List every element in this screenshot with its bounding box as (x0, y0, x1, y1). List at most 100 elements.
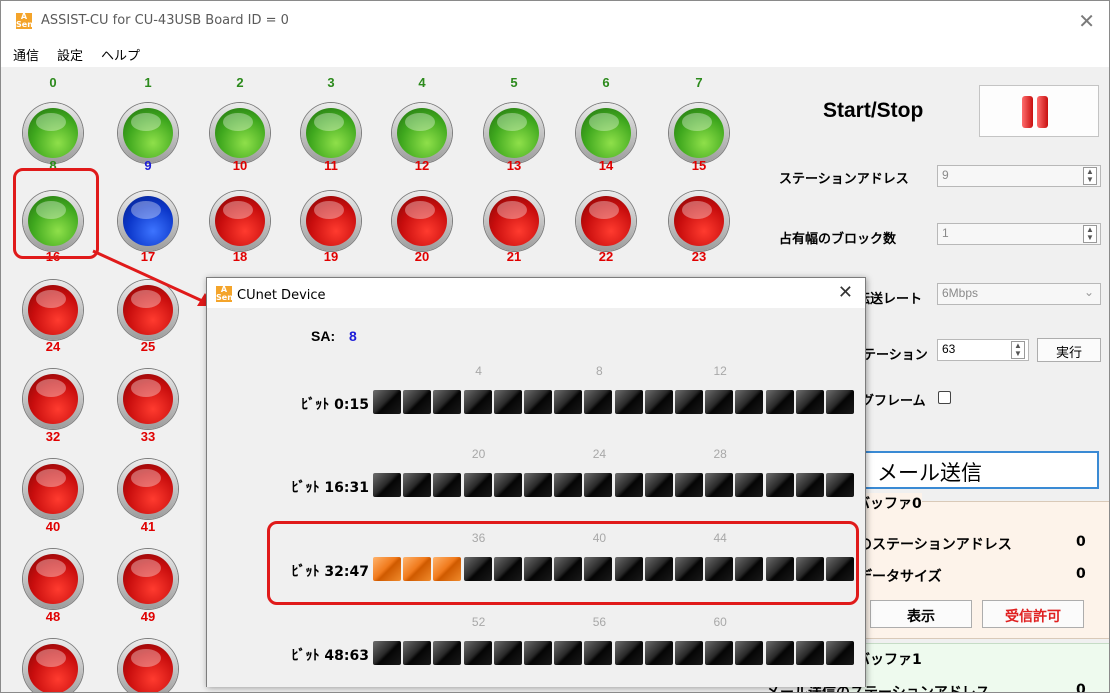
station-led-25[interactable] (118, 369, 178, 429)
led-label-19: 19 (323, 249, 339, 264)
bit-indicator (584, 473, 613, 497)
station-led-13[interactable] (484, 191, 544, 251)
dialog-title: CUnet Device (237, 288, 326, 303)
station-led-11[interactable] (301, 191, 361, 251)
bit-indicator (584, 557, 613, 581)
led-lamp (28, 285, 78, 335)
accept-receive-button[interactable]: 受信許可 (982, 600, 1084, 628)
bit-indicator (705, 557, 734, 581)
station-led-48[interactable] (23, 639, 83, 692)
bit-indicator (554, 390, 583, 414)
transfer-rate-value: 6Mbps (942, 286, 979, 300)
led-lamp (674, 108, 724, 158)
bit-indicator (614, 641, 643, 665)
station-led-1[interactable] (118, 103, 178, 163)
station-led-49[interactable] (118, 639, 178, 692)
led-lamp (397, 108, 447, 158)
bit-indicator (675, 473, 703, 497)
station-led-17[interactable] (118, 280, 178, 340)
block-count-spinner[interactable]: ▲ ▼ (1083, 225, 1097, 243)
station-led-32[interactable] (23, 459, 83, 519)
frame-option-checkbox[interactable] (938, 391, 951, 404)
dialog-close-icon[interactable]: ✕ (838, 282, 853, 303)
led-label-14: 14 (598, 158, 614, 173)
bit-indicator (403, 473, 432, 497)
menu-bar: 通信 設定 ヘルプ (1, 41, 1109, 67)
bit-indicator (584, 641, 613, 665)
bit-indicator (705, 390, 734, 414)
station-address-label: ステーションアドレス (779, 172, 909, 187)
station-led-24[interactable] (23, 369, 83, 429)
menu-item-settings[interactable]: 設定 (57, 45, 83, 64)
close-icon[interactable]: ✕ (1078, 9, 1095, 33)
bit-indicator (765, 557, 794, 581)
bit-tick-label: 12 (713, 364, 727, 378)
final-station-field[interactable]: 63 ▲ ▼ (937, 339, 1029, 361)
station-led-3[interactable] (301, 103, 361, 163)
station-address-field[interactable]: 9 ▲ ▼ (937, 165, 1101, 187)
dialog-app-icon: A Sen (216, 286, 232, 302)
led-lamp (123, 285, 173, 335)
station-address-spinner[interactable]: ▲ ▼ (1083, 167, 1097, 185)
station-led-10[interactable] (210, 191, 270, 251)
led-label-11: 11 (324, 158, 338, 173)
led-label-10: 10 (232, 158, 248, 173)
led-lamp (123, 554, 173, 604)
block-count-value: 1 (942, 226, 949, 240)
station-led-14[interactable] (576, 191, 636, 251)
station-led-15[interactable] (669, 191, 729, 251)
bit-indicator (795, 641, 824, 665)
buffer-1-station-value: 0 (1076, 682, 1086, 693)
bit-indicator (373, 557, 401, 581)
buffer-0-size-value: 0 (1076, 566, 1086, 582)
menu-item-help[interactable]: ヘルプ (101, 45, 140, 64)
led-lamp (215, 108, 265, 158)
bit-indicator (433, 473, 462, 497)
bit-indicator (403, 390, 432, 414)
station-led-16[interactable] (23, 280, 83, 340)
led-label-2: 2 (236, 75, 244, 90)
bit-indicator (614, 390, 643, 414)
mail-buffer-0: バッファ0 のステーションアドレス 0 データサイズ 0 表示 受信許可 (847, 493, 1109, 639)
station-led-2[interactable] (210, 103, 270, 163)
station-led-12[interactable] (392, 191, 452, 251)
bit-indicator (735, 557, 764, 581)
bit-indicator (735, 390, 764, 414)
led-8-highlight (13, 168, 99, 259)
station-led-7[interactable] (669, 103, 729, 163)
block-count-field[interactable]: 1 ▲ ▼ (937, 223, 1101, 245)
mail-send-button[interactable]: メール送信 (849, 451, 1099, 489)
execute-button[interactable]: 実行 (1037, 338, 1101, 362)
final-station-spinner[interactable]: ▲ ▼ (1011, 341, 1025, 359)
led-label-6: 6 (602, 75, 610, 90)
menu-item-communication[interactable]: 通信 (13, 45, 39, 64)
bit-indicator (554, 641, 583, 665)
bit-indicator (705, 473, 734, 497)
station-led-33[interactable] (118, 459, 178, 519)
bit-indicator (524, 641, 552, 665)
station-led-0[interactable] (23, 103, 83, 163)
station-led-5[interactable] (484, 103, 544, 163)
station-led-4[interactable] (392, 103, 452, 163)
led-lamp (28, 644, 78, 692)
bit-indicator (644, 641, 673, 665)
bit-row-label: ﾋﾞｯﾄ 48:63 (291, 648, 369, 664)
station-led-40[interactable] (23, 549, 83, 609)
buffer-0-size-label: データサイズ (858, 569, 942, 585)
bit-indicator (373, 641, 401, 665)
bit-indicator (826, 641, 854, 665)
show-button[interactable]: 表示 (870, 600, 972, 628)
transfer-rate-select[interactable]: 6Mbps ⌄ (937, 283, 1101, 305)
station-led-6[interactable] (576, 103, 636, 163)
bit-indicator (675, 641, 703, 665)
bit-indicator (433, 390, 462, 414)
led-lamp (489, 196, 539, 246)
bit-indicator (614, 557, 643, 581)
bit-indicator (826, 390, 854, 414)
station-led-9[interactable] (118, 191, 178, 251)
station-led-41[interactable] (118, 549, 178, 609)
window-title: ASSIST-CU for CU-43USB Board ID = 0 (41, 13, 289, 28)
start-stop-button[interactable] (979, 85, 1099, 137)
led-label-5: 5 (510, 75, 518, 90)
transfer-rate-label: 転送レート (857, 292, 923, 307)
